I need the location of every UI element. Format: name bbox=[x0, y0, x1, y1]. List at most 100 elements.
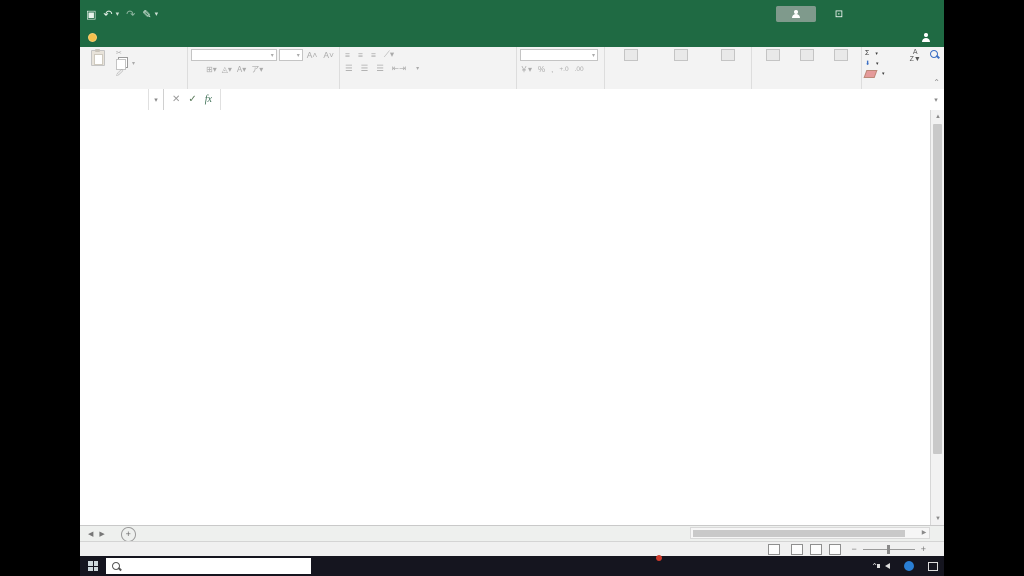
increase-decimal-icon[interactable]: +.0 bbox=[559, 66, 568, 73]
sheet-nav-right-icon[interactable]: ▶ bbox=[99, 530, 104, 538]
ribbon-group-styles bbox=[605, 47, 752, 89]
borders-icon[interactable]: ⊞▾ bbox=[206, 65, 217, 74]
increase-font-icon[interactable]: A˄ bbox=[305, 50, 320, 60]
enter-icon[interactable]: ✓ bbox=[188, 94, 196, 105]
delete-cells-button[interactable] bbox=[793, 49, 821, 62]
format-cells-button[interactable] bbox=[827, 49, 855, 62]
minimize-button[interactable] bbox=[854, 0, 884, 28]
undo-icon[interactable]: ↶ bbox=[103, 8, 112, 21]
cut-button[interactable]: ✂ bbox=[116, 49, 184, 59]
system-tray: ⌃ bbox=[871, 561, 944, 571]
sort-filter-button[interactable]: A Z▼ bbox=[907, 49, 925, 79]
zoom-slider[interactable] bbox=[862, 544, 915, 554]
undo-dropdown-icon[interactable]: ▾ bbox=[116, 10, 120, 18]
align-middle-icon[interactable]: ≡ bbox=[356, 50, 365, 60]
scroll-down-icon[interactable]: ▼ bbox=[931, 512, 944, 525]
tray-app-icon[interactable] bbox=[904, 561, 914, 571]
excel-window: ▣ ↶ ▾ ↷ ✎ ▾ ⊡ ✂ ▾ 🖉 ▾ ▾ A˄ A˅ ⊞▾ ◬▾ A▾ ア… bbox=[80, 0, 944, 576]
align-top-icon[interactable]: ≡ bbox=[343, 50, 352, 60]
fill-color-icon[interactable]: ◬▾ bbox=[222, 65, 232, 74]
formula-input[interactable] bbox=[221, 89, 928, 110]
align-left-icon[interactable]: ☰ bbox=[343, 63, 355, 74]
restore-button[interactable] bbox=[884, 0, 914, 28]
lightbulb-icon bbox=[88, 33, 97, 42]
display-settings-button[interactable] bbox=[768, 543, 784, 555]
align-bottom-icon[interactable]: ≡ bbox=[369, 50, 378, 60]
brush-icon: 🖉 bbox=[116, 70, 124, 77]
name-box[interactable] bbox=[80, 89, 149, 110]
delete-cells-icon bbox=[799, 49, 814, 61]
redo-icon[interactable]: ↷ bbox=[126, 8, 135, 21]
zoom-slider-thumb[interactable] bbox=[886, 544, 890, 554]
spreadsheet-grid[interactable] bbox=[80, 110, 930, 525]
page-layout-view-icon[interactable] bbox=[810, 543, 823, 555]
conditional-formatting-button[interactable] bbox=[608, 49, 653, 62]
align-center-icon[interactable]: ☰ bbox=[359, 63, 371, 74]
scroll-up-icon[interactable]: ▲ bbox=[931, 110, 944, 123]
new-sheet-button[interactable]: + bbox=[120, 526, 136, 542]
sheet-nav-left-icon[interactable]: ◀ bbox=[88, 530, 93, 538]
zoom-in-icon[interactable]: + bbox=[921, 544, 926, 554]
close-button[interactable] bbox=[914, 0, 944, 28]
font-size-combobox[interactable]: ▾ bbox=[278, 49, 303, 61]
find-select-button[interactable] bbox=[927, 49, 941, 79]
decrease-font-icon[interactable]: A˅ bbox=[321, 50, 336, 60]
insert-function-icon[interactable]: fx bbox=[205, 94, 212, 105]
copy-button[interactable]: ▾ bbox=[116, 58, 184, 70]
search-icon bbox=[112, 562, 120, 570]
share-button[interactable] bbox=[911, 28, 944, 47]
eraser-icon bbox=[863, 70, 878, 78]
decrease-decimal-icon[interactable]: .00 bbox=[575, 66, 584, 73]
title-bar: ▣ ↶ ▾ ↷ ✎ ▾ ⊡ bbox=[80, 0, 944, 28]
horizontal-scrollbar[interactable] bbox=[690, 527, 930, 539]
cell-styles-button[interactable] bbox=[709, 49, 748, 62]
format-as-table-icon bbox=[673, 49, 688, 61]
percent-icon[interactable]: % bbox=[538, 65, 545, 74]
ribbon-group-font: ▾ ▾ A˄ A˅ ⊞▾ ◬▾ A▾ ア▾ bbox=[188, 47, 340, 89]
ruby-icon[interactable]: ア▾ bbox=[251, 64, 263, 75]
ribbon-group-number: ▾ ￥▾ % , +.0 .00 bbox=[517, 47, 605, 89]
collapse-ribbon-icon[interactable]: ⌃ bbox=[933, 78, 940, 87]
ribbon-group-alignment: ≡ ≡ ≡ ⟋▾ ☰ ☰ ☰ ⇤⇥ ▾ bbox=[340, 47, 517, 89]
fill-button[interactable]: ⬇ ▾ bbox=[865, 59, 904, 69]
insert-cells-button[interactable] bbox=[759, 49, 787, 62]
zoom-out-icon[interactable]: − bbox=[851, 544, 856, 554]
action-center-icon[interactable] bbox=[928, 561, 938, 571]
format-painter-button[interactable]: 🖉 bbox=[116, 69, 184, 79]
paste-button[interactable] bbox=[83, 49, 113, 67]
sign-in-button[interactable] bbox=[776, 6, 816, 22]
cell-styles-icon bbox=[721, 49, 736, 61]
cancel-icon[interactable]: ✕ bbox=[172, 94, 180, 105]
scroll-right-icon[interactable]: ▶ bbox=[918, 527, 930, 537]
clear-button[interactable]: ▾ bbox=[863, 69, 904, 79]
qat-customize-icon[interactable]: ▾ bbox=[155, 10, 159, 18]
ribbon-display-options-button[interactable]: ⊡ bbox=[824, 0, 854, 28]
windows-taskbar: ⌃ bbox=[80, 556, 944, 576]
taskbar-search-input[interactable] bbox=[106, 558, 311, 574]
name-box-dropdown-icon[interactable]: ▾ bbox=[149, 89, 164, 110]
autosum-button[interactable]: Σ ▾ bbox=[865, 49, 904, 59]
start-button[interactable] bbox=[80, 556, 106, 576]
vertical-scroll-thumb[interactable] bbox=[933, 124, 942, 454]
font-color-icon[interactable]: A▾ bbox=[237, 65, 246, 74]
normal-view-icon[interactable] bbox=[791, 543, 804, 555]
save-icon[interactable]: ▣ bbox=[86, 8, 96, 21]
font-name-combobox[interactable]: ▾ bbox=[191, 49, 277, 61]
orientation-icon[interactable]: ⟋▾ bbox=[382, 49, 396, 60]
window-controls: ⊡ bbox=[776, 0, 944, 28]
horizontal-scroll-thumb[interactable] bbox=[693, 529, 905, 537]
number-format-combobox[interactable]: ▾ bbox=[520, 49, 598, 61]
status-bar: − + bbox=[80, 541, 944, 556]
currency-icon[interactable]: ￥▾ bbox=[520, 64, 532, 75]
expand-formula-bar-icon[interactable]: ▾ bbox=[928, 89, 944, 110]
pen-mode-icon[interactable]: ✎ bbox=[142, 8, 151, 21]
page-break-view-icon[interactable] bbox=[829, 543, 842, 555]
tell-me-tab[interactable] bbox=[80, 28, 109, 47]
scissors-icon: ✂ bbox=[116, 50, 122, 57]
format-as-table-button[interactable] bbox=[656, 49, 705, 62]
vertical-scrollbar[interactable]: ▲ ▼ bbox=[930, 110, 944, 525]
indent-icon[interactable]: ⇤⇥ bbox=[390, 63, 408, 74]
comma-icon[interactable]: , bbox=[551, 65, 553, 74]
speaker-icon[interactable] bbox=[877, 563, 890, 569]
align-right-icon[interactable]: ☰ bbox=[374, 63, 386, 74]
